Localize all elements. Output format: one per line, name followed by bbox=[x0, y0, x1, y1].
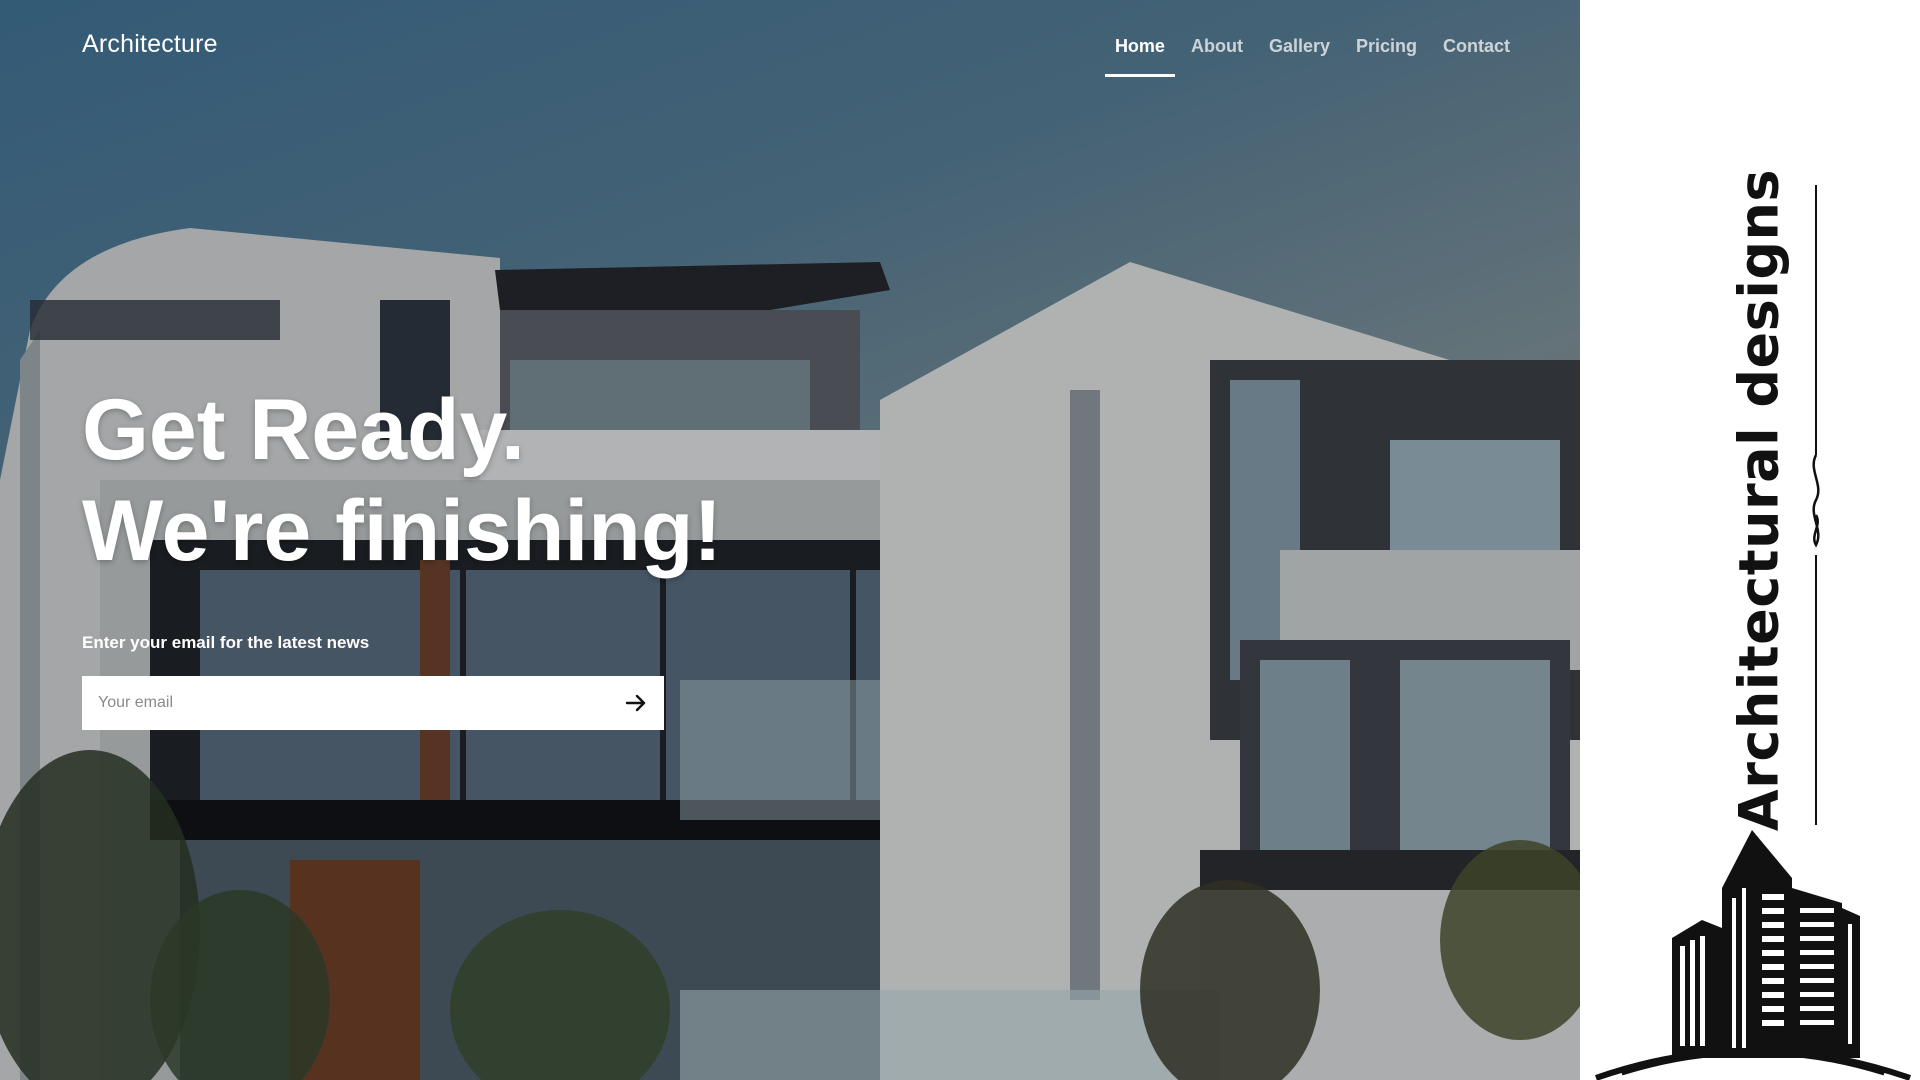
nav-item-home[interactable]: Home bbox=[1102, 30, 1178, 77]
headline-line-2: We're finishing! bbox=[82, 483, 723, 579]
submit-button[interactable] bbox=[608, 676, 664, 730]
nav-item-pricing[interactable]: Pricing bbox=[1343, 30, 1430, 77]
building-logo-icon bbox=[1595, 830, 1911, 1080]
page: Architecture Home About Gallery Pricing … bbox=[0, 0, 1920, 1080]
side-panel-title: Architectural designs bbox=[1727, 168, 1791, 832]
nav-item-gallery[interactable]: Gallery bbox=[1256, 30, 1343, 77]
hero-headline: Get Ready. We're finishing! bbox=[82, 380, 722, 582]
newsletter-form bbox=[82, 676, 664, 730]
main-nav: Home About Gallery Pricing Contact bbox=[1102, 30, 1523, 77]
headline-line-1: Get Ready. bbox=[82, 382, 525, 478]
email-input[interactable] bbox=[82, 676, 608, 730]
arrow-right-icon bbox=[625, 694, 646, 712]
hero-section: Architecture Home About Gallery Pricing … bbox=[0, 0, 1580, 1080]
ornamental-divider-icon bbox=[1812, 185, 1820, 825]
nav-item-about[interactable]: About bbox=[1178, 30, 1256, 77]
newsletter-label: Enter your email for the latest news bbox=[82, 633, 370, 652]
brand-logo-text[interactable]: Architecture bbox=[82, 30, 218, 59]
nav-item-contact[interactable]: Contact bbox=[1430, 30, 1523, 77]
